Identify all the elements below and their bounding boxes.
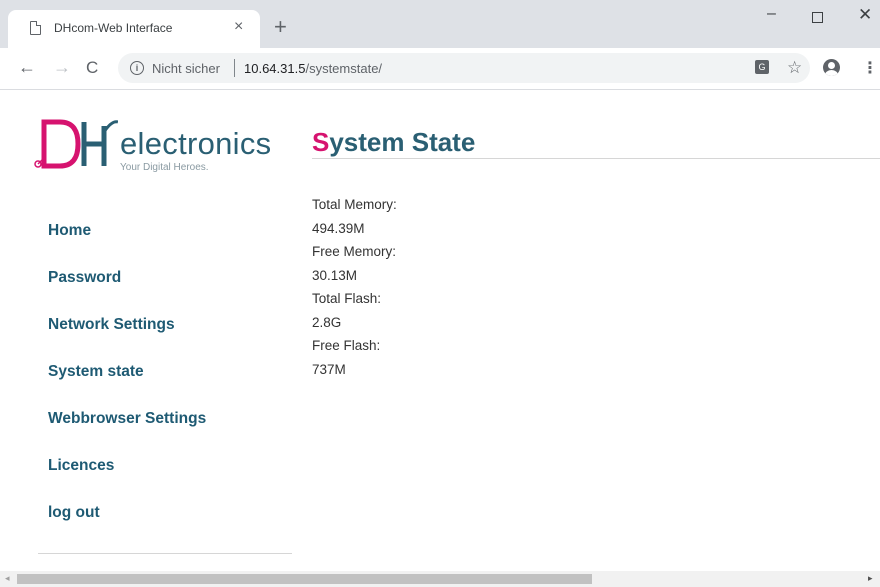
system-stats: Total Memory: 494.39M Free Memory: 30.13… [312,193,397,381]
logo-text: electronics [120,126,272,161]
sidebar-item-system-state[interactable]: System state [48,363,288,410]
dh-electronics-logo: electronics Your Digital Heroes. [30,118,275,176]
address-divider [234,59,235,77]
sidebar-nav: Home Password Network Settings System st… [48,222,288,551]
back-button[interactable]: ← [18,58,36,76]
dh-logo-mark [34,119,119,169]
free-flash-label: Free Flash: [312,338,381,353]
forward-button[interactable]: → [53,58,71,76]
browser-menu-icon[interactable]: ⋮ [862,58,878,78]
bookmark-star-icon[interactable]: ☆ [787,58,802,78]
minimize-button[interactable]: – [767,6,776,22]
window-close-button[interactable]: ✕ [858,6,872,23]
browser-toolbar: ← → C i Nicht sicher 10.64.31.5/systemst… [0,48,880,90]
security-label: Nicht sicher [152,61,220,76]
tab-strip: DHcom-Web Interface × + – ✕ [0,0,880,48]
total-flash-value: 2.8G [312,314,342,330]
sidebar-item-network-settings[interactable]: Network Settings [48,316,288,363]
tab-title: DHcom-Web Interface [54,21,173,35]
free-memory-value: 30.13M [312,267,358,283]
scroll-left-arrow[interactable]: ◂ [5,573,10,584]
maximize-button[interactable] [812,12,823,23]
sidebar-item-webbrowser-settings[interactable]: Webbrowser Settings [48,410,288,457]
horizontal-scrollbar[interactable]: ◂ ▸ [0,571,880,587]
translate-icon[interactable]: G [755,60,769,74]
page-title: System State [312,127,475,158]
sidebar-item-licences[interactable]: Licences [48,457,288,504]
scrollbar-thumb[interactable] [17,574,592,584]
site-info-icon[interactable]: i [130,61,144,75]
sidebar-divider [38,553,292,554]
free-memory-label: Free Memory: [312,244,397,259]
url-host: 10.64.31.5 [244,61,306,76]
page-icon [30,21,41,35]
tab-close-icon[interactable]: × [234,19,243,35]
url-path: /systemstate/ [305,61,383,76]
total-flash-label: Total Flash: [312,291,382,306]
free-flash-value: 737M [312,361,346,377]
sidebar-item-password[interactable]: Password [48,269,288,316]
browser-tab[interactable]: DHcom-Web Interface × [8,10,260,48]
address-bar[interactable]: i Nicht sicher 10.64.31.5/systemstate/ [118,53,810,83]
profile-icon[interactable] [823,59,840,76]
sidebar-item-log-out[interactable]: log out [48,504,288,551]
total-memory-value: 494.39M [312,220,365,236]
sidebar-item-home[interactable]: Home [48,222,288,269]
title-rest: ystem State [329,127,476,157]
url-text[interactable]: 10.64.31.5/systemstate/ [244,61,382,76]
new-tab-button[interactable]: + [274,16,287,38]
total-memory-label: Total Memory: [312,197,397,212]
title-initial: S [312,127,330,157]
scroll-right-arrow[interactable]: ▸ [868,573,873,584]
reload-button[interactable]: C [86,59,98,77]
title-divider [312,158,880,159]
logo-tagline: Your Digital Heroes. [120,162,209,173]
